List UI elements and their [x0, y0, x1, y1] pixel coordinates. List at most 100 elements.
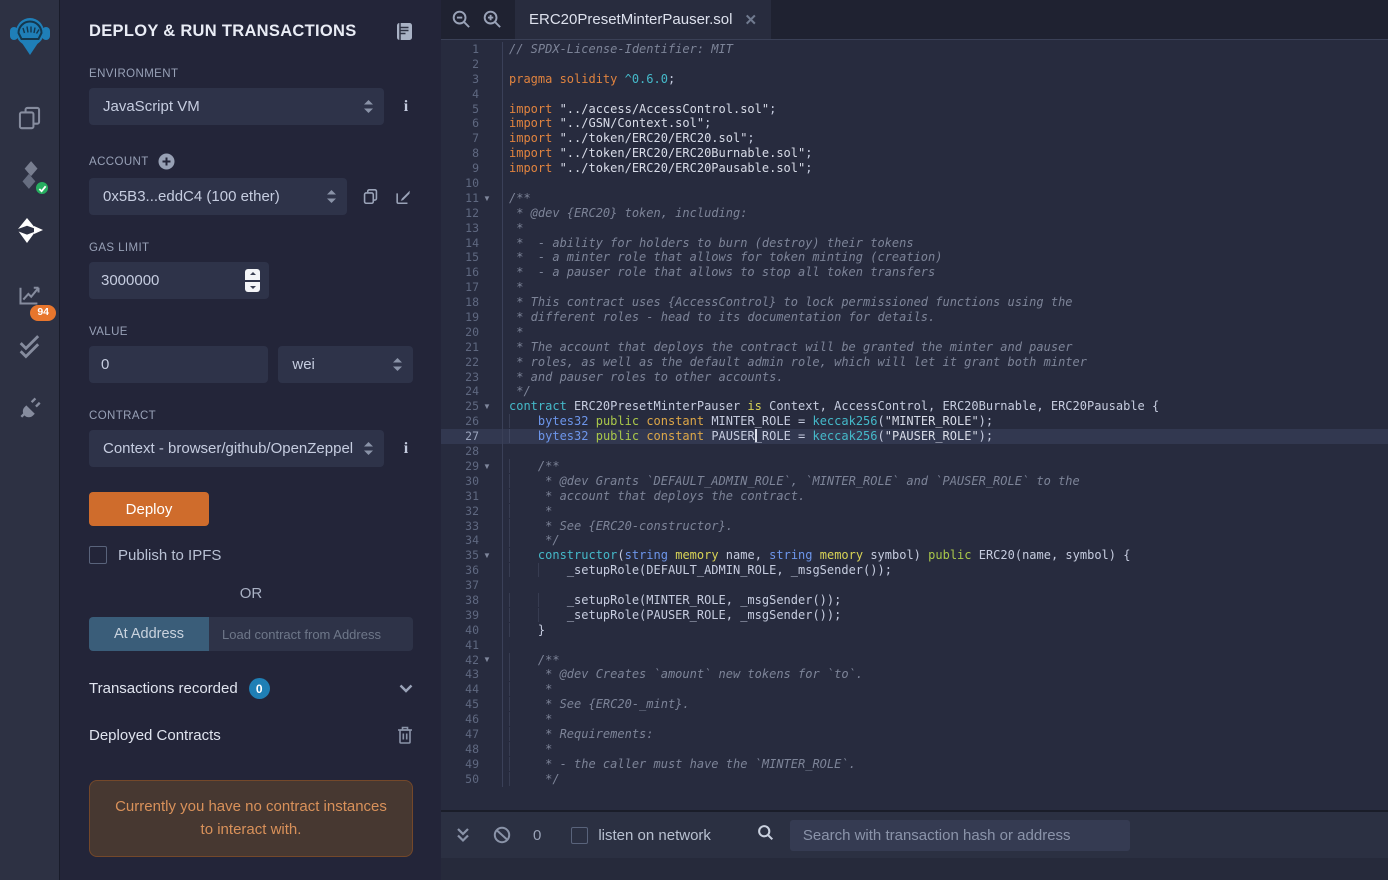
gutter-line-number[interactable]: 4	[441, 87, 503, 102]
code-line[interactable]: 47 * Requirements:	[441, 727, 1388, 742]
listen-network-checkbox[interactable]	[571, 827, 588, 844]
gutter-line-number[interactable]: 20	[441, 325, 503, 340]
code-line[interactable]: 45 * See {ERC20-_mint}.	[441, 697, 1388, 712]
environment-info-icon[interactable]: i	[399, 98, 413, 116]
sidebar-item-deploy-run[interactable]	[0, 208, 59, 254]
add-account-icon[interactable]	[158, 153, 175, 170]
code-line[interactable]: 16 * - a pauser role that allows to stop…	[441, 265, 1388, 280]
code-line[interactable]: 50 */	[441, 772, 1388, 787]
code-line[interactable]: 10	[441, 176, 1388, 191]
gas-limit-input[interactable]	[89, 262, 269, 299]
code-line[interactable]: 18 * This contract uses {AccessControl} …	[441, 295, 1388, 310]
chevron-down-icon[interactable]	[399, 684, 413, 693]
code-line[interactable]: 39 _setupRole(PAUSER_ROLE, _msgSender())…	[441, 608, 1388, 623]
gutter-line-number[interactable]: 3	[441, 72, 503, 87]
terminal-search-input[interactable]	[790, 820, 1130, 851]
editor-zoom-in-icon[interactable]	[482, 9, 503, 30]
copy-account-icon[interactable]	[361, 187, 380, 206]
code-line[interactable]: 34 */	[441, 533, 1388, 548]
code-line[interactable]: 26 bytes32 public constant MINTER_ROLE =…	[441, 414, 1388, 429]
gutter-line-number[interactable]: 28	[441, 444, 503, 459]
terminal-clear-icon[interactable]	[493, 826, 511, 844]
documentation-book-icon[interactable]	[396, 22, 413, 41]
code-line[interactable]: 23 * and pauser roles to other accounts.	[441, 370, 1388, 385]
gutter-line-number[interactable]: 33	[441, 519, 503, 534]
code-line[interactable]: 13 *	[441, 221, 1388, 236]
code-line[interactable]: 41	[441, 638, 1388, 653]
code-line[interactable]: 35▼ constructor(string memory name, stri…	[441, 548, 1388, 563]
fold-arrow-icon[interactable]: ▼	[479, 194, 495, 203]
gutter-line-number[interactable]: 15	[441, 250, 503, 265]
sidebar-item-solidity-compiler[interactable]	[0, 152, 59, 198]
contract-select[interactable]: Context - browser/github/OpenZeppel	[89, 430, 384, 467]
sidebar-item-plugin-manager[interactable]	[0, 383, 59, 429]
code-line[interactable]: 7import "../token/ERC20/ERC20.sol";	[441, 131, 1388, 146]
code-line[interactable]: 15 * - a minter role that allows for tok…	[441, 250, 1388, 265]
deploy-button[interactable]: Deploy	[89, 492, 209, 526]
gutter-line-number[interactable]: 5	[441, 102, 503, 117]
gutter-line-number[interactable]: 36	[441, 563, 503, 578]
code-line[interactable]: 42▼ /**	[441, 653, 1388, 668]
code-line[interactable]: 22 * roles, as well as the default admin…	[441, 355, 1388, 370]
code-line[interactable]: 17 *	[441, 280, 1388, 295]
gutter-line-number[interactable]: 42▼	[441, 653, 503, 668]
code-line[interactable]: 1// SPDX-License-Identifier: MIT	[441, 42, 1388, 57]
tab-close-icon[interactable]: ✕	[744, 11, 757, 29]
gutter-line-number[interactable]: 16	[441, 265, 503, 280]
gutter-line-number[interactable]: 13	[441, 221, 503, 236]
gutter-line-number[interactable]: 49	[441, 757, 503, 772]
code-line[interactable]: 8import "../token/ERC20/ERC20Burnable.so…	[441, 146, 1388, 161]
code-line[interactable]: 14 * - ability for holders to burn (dest…	[441, 236, 1388, 251]
at-address-button[interactable]: At Address	[89, 617, 209, 651]
fold-arrow-icon[interactable]: ▼	[479, 462, 495, 471]
gutter-line-number[interactable]: 39	[441, 608, 503, 623]
code-line[interactable]: 20 *	[441, 325, 1388, 340]
code-line[interactable]: 24 */	[441, 384, 1388, 399]
editor-zoom-out-icon[interactable]	[451, 9, 472, 30]
code-line[interactable]: 43 * @dev Creates `amount` new tokens fo…	[441, 667, 1388, 682]
account-select[interactable]: 0x5B3...eddC4 (100 ether)	[89, 178, 347, 215]
code-line[interactable]: 33 * See {ERC20-constructor}.	[441, 519, 1388, 534]
code-line[interactable]: 30 * @dev Grants `DEFAULT_ADMIN_ROLE`, `…	[441, 474, 1388, 489]
code-line[interactable]: 5import "../access/AccessControl.sol";	[441, 102, 1388, 117]
gutter-line-number[interactable]: 40	[441, 623, 503, 638]
gutter-line-number[interactable]: 7	[441, 131, 503, 146]
gutter-line-number[interactable]: 18	[441, 295, 503, 310]
fold-arrow-icon[interactable]: ▼	[479, 655, 495, 664]
contract-info-icon[interactable]: i	[399, 440, 413, 458]
code-line[interactable]: 29▼ /**	[441, 459, 1388, 474]
value-unit-select[interactable]: wei	[278, 346, 413, 383]
gutter-line-number[interactable]: 17	[441, 280, 503, 295]
sidebar-item-file-explorer[interactable]	[0, 94, 59, 140]
code-line[interactable]: 31 * account that deploys the contract.	[441, 489, 1388, 504]
gutter-line-number[interactable]: 29▼	[441, 459, 503, 474]
code-line[interactable]: 49 * - the caller must have the `MINTER_…	[441, 757, 1388, 772]
gutter-line-number[interactable]: 6	[441, 116, 503, 131]
fold-arrow-icon[interactable]: ▼	[479, 402, 495, 411]
gutter-line-number[interactable]: 30	[441, 474, 503, 489]
gutter-line-number[interactable]: 47	[441, 727, 503, 742]
gutter-line-number[interactable]: 1	[441, 42, 503, 57]
gutter-line-number[interactable]: 25▼	[441, 399, 503, 414]
gutter-line-number[interactable]: 34	[441, 533, 503, 548]
gutter-line-number[interactable]: 45	[441, 697, 503, 712]
publish-ipfs-checkbox[interactable]	[89, 546, 107, 564]
code-line[interactable]: 36 _setupRole(DEFAULT_ADMIN_ROLE, _msgSe…	[441, 563, 1388, 578]
code-line[interactable]: 32 *	[441, 504, 1388, 519]
gutter-line-number[interactable]: 43	[441, 667, 503, 682]
value-input[interactable]	[89, 346, 268, 383]
fold-arrow-icon[interactable]: ▼	[479, 551, 495, 560]
code-line[interactable]: 6import "../GSN/Context.sol";	[441, 116, 1388, 131]
code-lines[interactable]: 1// SPDX-License-Identifier: MIT23pragma…	[441, 42, 1388, 787]
gutter-line-number[interactable]: 9	[441, 161, 503, 176]
gutter-line-number[interactable]: 8	[441, 146, 503, 161]
gutter-line-number[interactable]: 23	[441, 370, 503, 385]
gutter-line-number[interactable]: 26	[441, 414, 503, 429]
number-stepper[interactable]	[245, 269, 260, 292]
gutter-line-number[interactable]: 10	[441, 176, 503, 191]
gutter-line-number[interactable]: 46	[441, 712, 503, 727]
terminal-expand-icon[interactable]	[455, 826, 471, 844]
gutter-line-number[interactable]: 11▼	[441, 191, 503, 206]
code-line[interactable]: 3pragma solidity ^0.6.0;	[441, 72, 1388, 87]
code-line[interactable]: 38 _setupRole(MINTER_ROLE, _msgSender())…	[441, 593, 1388, 608]
